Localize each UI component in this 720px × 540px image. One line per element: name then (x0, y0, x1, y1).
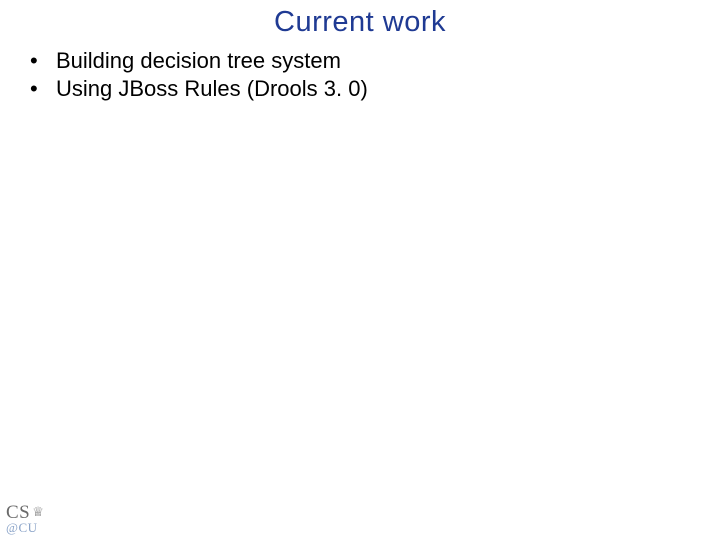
bullet-list: • Building decision tree system • Using … (24, 47, 696, 103)
slide-body: • Building decision tree system • Using … (0, 47, 720, 103)
logo-bottom-line: @CU (6, 521, 44, 534)
bullet-icon: • (24, 75, 56, 103)
footer-logo: CS ♕ @CU (6, 503, 44, 534)
bullet-text: Building decision tree system (56, 47, 341, 75)
crown-icon: ♕ (32, 505, 44, 518)
slide-title: Current work (0, 0, 720, 47)
list-item: • Building decision tree system (24, 47, 696, 75)
slide: Current work • Building decision tree sy… (0, 0, 720, 540)
bullet-icon: • (24, 47, 56, 75)
bullet-text: Using JBoss Rules (Drools 3. 0) (56, 75, 368, 103)
list-item: • Using JBoss Rules (Drools 3. 0) (24, 75, 696, 103)
